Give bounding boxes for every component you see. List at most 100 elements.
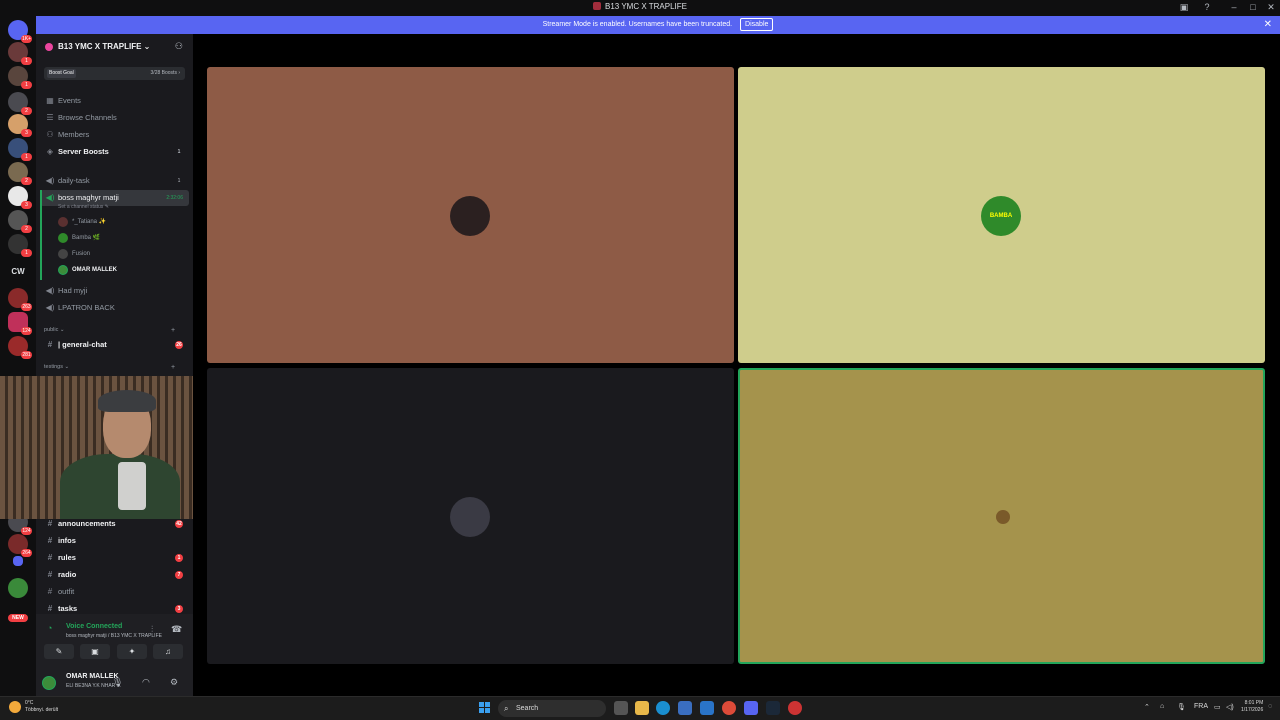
voice-connected-panel: ◔ Voice Connected boss maghyr matji / B1… <box>36 614 193 696</box>
voice-user[interactable]: Bamba 🌿 <box>58 231 100 245</box>
channel-daily-task[interactable]: ◀) daily-task 1 <box>40 173 189 189</box>
home-button[interactable]: 1K+ <box>8 20 32 43</box>
channel-radio[interactable]: # radio 7 <box>40 567 189 583</box>
server-icon[interactable]: 1 <box>8 234 32 257</box>
members-icon: ⚇ <box>46 130 54 139</box>
participant-tile[interactable] <box>207 368 734 664</box>
server-icon[interactable]: 263 <box>8 288 32 311</box>
participant-tile[interactable] <box>207 67 734 363</box>
participant-tile[interactable] <box>738 368 1265 664</box>
soundboard-button[interactable]: ♫ <box>153 644 183 659</box>
events-item[interactable]: ▦ Events <box>40 93 189 109</box>
help-icon[interactable]: ? <box>1200 2 1214 12</box>
channel-had-myji[interactable]: ◀) Had myji <box>40 283 189 299</box>
tray-chevron-icon[interactable]: ⌃ <box>1144 703 1150 711</box>
channel-status-hint[interactable]: Set a channel status ✎ <box>58 204 109 210</box>
minimize-button[interactable]: – <box>1227 2 1241 12</box>
clock[interactable]: 8:01 PM 1/17/2026 <box>1241 700 1263 714</box>
participant-avatar[interactable] <box>996 510 1010 524</box>
windows-start-icon[interactable] <box>479 702 491 714</box>
hash-icon: # <box>47 553 53 562</box>
rail-badge: 1 <box>21 153 32 161</box>
cw-server-label[interactable]: CW <box>0 267 36 276</box>
voice-timer: 2:32:06 <box>166 195 183 201</box>
inbox-icon[interactable]: ▣ <box>1177 2 1191 13</box>
banner-close-icon[interactable]: ✕ <box>1264 16 1272 34</box>
add-channel-icon[interactable]: + <box>171 364 175 371</box>
weather-desc: Többnyi. derült <box>25 707 59 713</box>
participant-avatar[interactable] <box>450 497 490 537</box>
folder-icon[interactable] <box>13 556 23 566</box>
clock-time: 8:01 PM <box>1244 700 1264 706</box>
banner-text: Streamer Mode is enabled. Usernames have… <box>542 21 733 28</box>
settings-gear-icon[interactable]: ⚙ <box>170 677 178 688</box>
category-testings[interactable]: testings ⌄ + <box>44 364 175 371</box>
channel-outfit[interactable]: # outfit <box>40 584 189 600</box>
server-icon[interactable]: 281 <box>8 336 32 359</box>
server-boosts-item[interactable]: ◈ Server Boosts 1 <box>40 144 189 160</box>
add-channel-icon[interactable]: + <box>171 327 175 334</box>
server-icon[interactable]: 2 <box>8 210 32 233</box>
active-server-icon[interactable]: 124 <box>8 312 32 335</box>
discord-icon[interactable] <box>744 701 758 715</box>
server-icon[interactable]: 2 <box>8 162 32 185</box>
file-explorer-icon[interactable] <box>635 701 649 715</box>
user-panel[interactable]: OMAR MALLEK ELI BE3NA Y.K NHAR ... 🎙 ◠ ⚙ <box>36 670 193 696</box>
category-public[interactable]: public ⌄ + <box>44 327 175 334</box>
server-icon[interactable]: 1 <box>8 66 32 89</box>
server-icon[interactable]: 3 <box>8 114 32 137</box>
tray-display-icon[interactable]: ▭ <box>1214 703 1221 711</box>
channel-lpatron[interactable]: ◀) LPATRON BACK <box>40 300 189 316</box>
signal-icon[interactable]: ◔ <box>47 623 52 633</box>
tray-volume-icon[interactable]: ◁) <box>1226 703 1234 711</box>
maximize-button[interactable]: □ <box>1246 2 1260 12</box>
microphone-icon[interactable]: 🎙 <box>112 677 123 688</box>
activities-button[interactable]: ✦ <box>117 644 147 659</box>
voice-user[interactable]: Fusion <box>58 247 90 261</box>
edge-icon[interactable] <box>656 701 670 715</box>
server-header[interactable]: B13 YMC X TRAPLIFE ⌄ ⚇ <box>36 34 193 60</box>
steam-icon[interactable] <box>766 701 780 715</box>
server-icon[interactable]: 2 <box>8 92 32 115</box>
boost-goal-bar[interactable]: Boost Goal 3/28 Boosts › <box>44 67 185 80</box>
language-indicator[interactable]: FRA <box>1194 703 1208 710</box>
members-item[interactable]: ⚇ Members <box>40 127 189 143</box>
channel-rules[interactable]: # rules 1 <box>40 550 189 566</box>
server-icon[interactable]: 264 <box>8 534 32 557</box>
channel-infos[interactable]: # infos <box>40 533 189 549</box>
taskbar-search[interactable]: ⌕ Search <box>498 700 606 717</box>
voice-user[interactable]: OMAR MALLEK <box>58 263 117 277</box>
store-icon[interactable] <box>678 701 692 715</box>
browse-channels-item[interactable]: ☰ Browse Channels <box>40 110 189 126</box>
chrome-icon[interactable] <box>722 701 736 715</box>
notifications-icon[interactable]: ◌ <box>1268 703 1272 710</box>
server-icon[interactable]: 1 <box>8 42 32 65</box>
tray-mic-icon[interactable]: 🎙 <box>1177 703 1186 711</box>
server-name: B13 YMC X TRAPLIFE ⌄ <box>58 42 151 51</box>
close-window-button[interactable]: ✕ <box>1264 2 1278 13</box>
server-icon[interactable]: 3 <box>8 186 32 209</box>
weather-widget[interactable]: 0°C Többnyi. derült <box>9 700 58 714</box>
rail-badge: 3 <box>21 201 32 209</box>
app-icon[interactable] <box>788 701 802 715</box>
voice-channel-name[interactable]: boss maghyr matji / B13 YMC X TRAPLIFE <box>66 633 162 639</box>
server-icon[interactable] <box>8 578 28 598</box>
participant-avatar[interactable]: BAMBA <box>981 196 1021 236</box>
participant-tile[interactable]: BAMBA <box>738 67 1265 363</box>
app-icon[interactable] <box>700 701 714 715</box>
server-icon[interactable]: 1 <box>8 138 32 161</box>
invite-people-icon[interactable]: ⚇ <box>175 41 183 52</box>
screen-share-button[interactable]: ▣ <box>80 644 110 659</box>
task-view-icon[interactable] <box>614 701 628 715</box>
camera-off-button[interactable]: ✎ <box>44 644 74 659</box>
headphones-icon[interactable]: ◠ <box>142 677 150 688</box>
channel-general-chat[interactable]: # | general-chat 26 <box>40 337 189 353</box>
weather-icon <box>9 701 21 713</box>
disable-streamer-mode-button[interactable]: Disable <box>740 18 774 31</box>
disconnect-icon[interactable]: ☎ <box>171 624 182 635</box>
rail-badge: 1 <box>21 249 32 257</box>
noise-suppression-icon[interactable]: ⫶ <box>151 624 153 635</box>
voice-user[interactable]: *_Tatiana ✨ <box>58 215 106 229</box>
tray-network-icon[interactable]: ⌂ <box>1160 703 1164 710</box>
participant-avatar[interactable] <box>450 196 490 236</box>
